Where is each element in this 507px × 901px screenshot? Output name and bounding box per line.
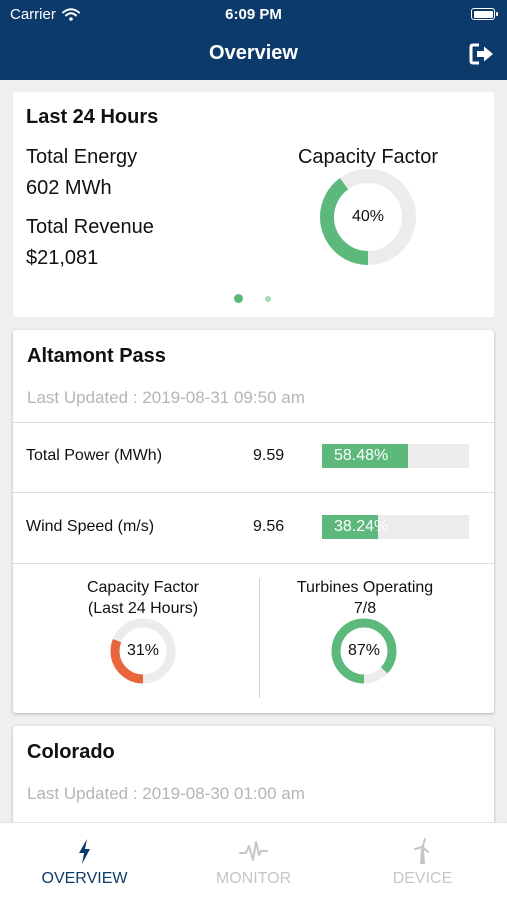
turbines-operating-title: Turbines Operating bbox=[296, 579, 434, 596]
capacity-factor-label: Capacity Factor bbox=[297, 146, 439, 168]
total-energy-label: Total Energy bbox=[26, 146, 138, 168]
column-divider bbox=[259, 578, 260, 698]
capacity-factor-title: Capacity Factor bbox=[86, 579, 200, 596]
total-power-label: Total Power (MWh) bbox=[26, 447, 163, 464]
nav-bar: Overview bbox=[0, 30, 507, 80]
site-name: Altamont Pass bbox=[27, 345, 166, 367]
total-revenue-label: Total Revenue bbox=[26, 216, 154, 238]
last-updated: Last Updated : 2019-08-31 09:50 am bbox=[27, 388, 305, 407]
lightning-icon bbox=[79, 839, 90, 864]
site-card-colorado[interactable]: Colorado Last Updated : 2019-08-30 01:00… bbox=[13, 726, 494, 836]
capacity-factor-donut: 40% bbox=[319, 168, 417, 266]
site-capacity-donut: 31% bbox=[109, 617, 177, 685]
divider bbox=[13, 563, 494, 564]
total-power-value: 9.59 bbox=[253, 447, 285, 464]
tab-device[interactable]: DEVICE bbox=[338, 823, 507, 901]
pulse-icon bbox=[239, 841, 268, 861]
page-dot-active[interactable] bbox=[234, 294, 243, 303]
summary-card[interactable]: Last 24 Hours Total Energy 602 MWh Total… bbox=[13, 92, 494, 317]
clock: 6:09 PM bbox=[225, 6, 282, 23]
page-dot[interactable] bbox=[265, 296, 271, 302]
summary-title: Last 24 Hours bbox=[26, 106, 159, 128]
logout-icon[interactable] bbox=[469, 42, 495, 66]
site-card-altamont[interactable]: Altamont Pass Last Updated : 2019-08-31 … bbox=[13, 330, 494, 713]
tab-label: MONITOR bbox=[215, 870, 292, 887]
tab-label: OVERVIEW bbox=[41, 870, 128, 887]
turbines-percent: 87% bbox=[347, 642, 381, 659]
total-revenue-value: $21,081 bbox=[26, 247, 99, 269]
capacity-factor-percent: 40% bbox=[351, 208, 385, 225]
turbines-operating-label: Turbines Operating 7/8 bbox=[275, 577, 455, 619]
turbines-operating-count: 7/8 bbox=[353, 600, 377, 617]
wind-speed-bar: 38.24% bbox=[322, 515, 469, 539]
page-title: Overview bbox=[209, 42, 298, 64]
divider bbox=[13, 492, 494, 493]
divider bbox=[13, 422, 494, 423]
status-bar: Carrier 6:09 PM bbox=[0, 0, 507, 30]
wind-speed-value: 9.56 bbox=[253, 518, 285, 535]
battery-icon bbox=[471, 8, 498, 20]
total-power-bar: 58.48% bbox=[322, 444, 469, 468]
tab-monitor[interactable]: MONITOR bbox=[169, 823, 338, 901]
capacity-factor-period: (Last 24 Hours) bbox=[87, 600, 199, 617]
tab-overview[interactable]: OVERVIEW bbox=[0, 823, 169, 901]
wind-turbine-icon bbox=[414, 838, 429, 864]
last-updated: Last Updated : 2019-08-30 01:00 am bbox=[27, 784, 305, 803]
tab-bar: OVERVIEW MONITOR DEVICE bbox=[0, 822, 507, 901]
wind-speed-label: Wind Speed (m/s) bbox=[26, 518, 155, 535]
tab-label: DEVICE bbox=[392, 870, 453, 887]
capacity-factor-label: Capacity Factor (Last 24 Hours) bbox=[53, 577, 233, 619]
wind-speed-percent: 38.24% bbox=[334, 518, 389, 535]
total-energy-value: 602 MWh bbox=[26, 177, 112, 199]
site-capacity-percent: 31% bbox=[126, 642, 160, 659]
site-name: Colorado bbox=[27, 741, 115, 763]
turbines-donut: 87% bbox=[330, 617, 398, 685]
total-power-percent: 58.48% bbox=[334, 447, 389, 464]
